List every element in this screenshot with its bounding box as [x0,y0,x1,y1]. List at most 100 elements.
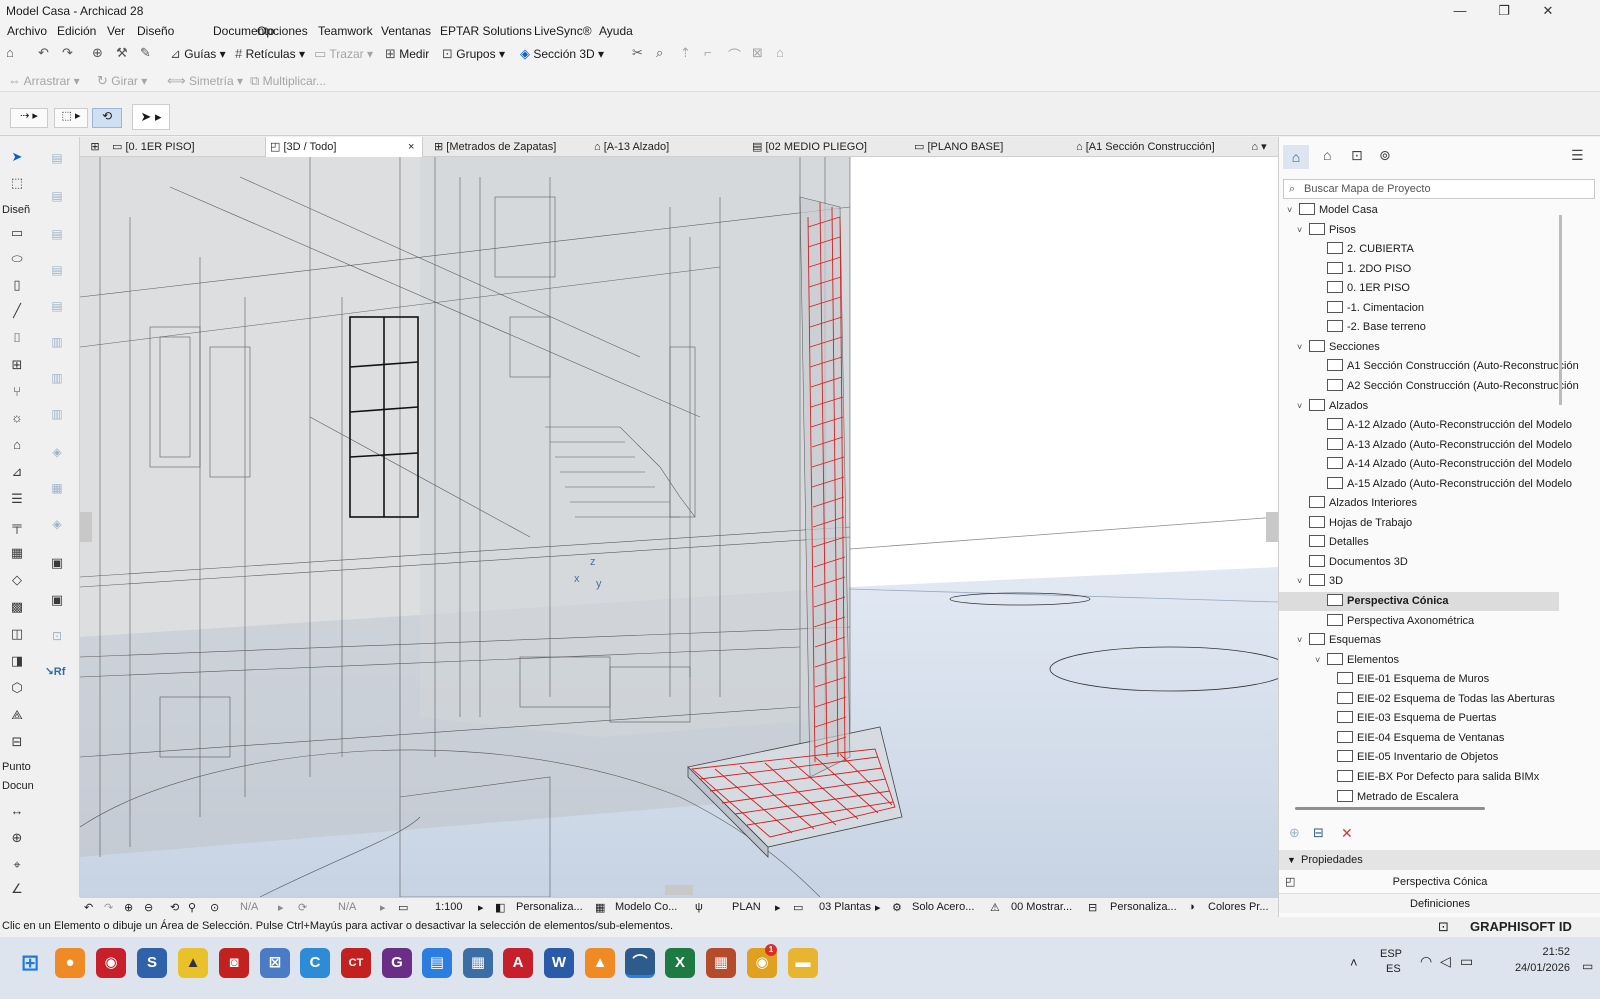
project-map-search[interactable]: ⌕ Buscar Mapa de Proyecto [1283,179,1595,199]
account-icon[interactable]: ⊡ [1438,919,1449,935]
zoom-previous-icon[interactable]: ↶ [84,901,93,914]
app-c-icon[interactable]: C [300,948,330,978]
menu-ver[interactable]: Ver [107,24,125,38]
start-menu-icon[interactable]: ⊞ [15,948,45,978]
tab-a13-alzado[interactable]: ⌂ [A-13 Alzado] [590,137,669,157]
selection-method-button[interactable]: ⇢ ▸ [10,108,48,128]
app-calc-icon[interactable]: ▦ [463,948,493,978]
publisher-icon[interactable]: ⊚ [1379,147,1391,164]
definitions-button[interactable]: Definiciones [1279,893,1600,913]
extra-tool-12-icon[interactable]: ▣ [46,555,68,573]
app-red-icon[interactable]: ◉ [96,948,126,978]
tray-chevron-icon[interactable]: ˄ [1350,955,1358,970]
layout-book-icon[interactable]: ⊡ [1351,147,1363,164]
door-tool-icon[interactable]: ⌷ [6,330,28,348]
app-warning-icon[interactable]: ▲ [178,948,208,978]
cut-icon[interactable]: ✂ [632,45,643,61]
file-explorer-icon[interactable]: ▬ [788,948,818,978]
tree-item[interactable]: 0. 1ER PISO [1279,279,1559,298]
battery-icon[interactable]: ▭ [1460,953,1473,970]
menu-teamwork[interactable]: Teamwork [318,24,373,38]
add-view-icon[interactable]: ⊕ [1289,825,1300,841]
tree-item[interactable]: Alzados Interiores [1279,494,1559,513]
roof-tool-icon[interactable]: ⌂ [6,437,28,455]
menu-ayuda[interactable]: Ayuda [599,24,633,38]
tree-item[interactable]: EIE-05 Inventario de Objetos [1279,748,1559,767]
view-map-icon[interactable]: ⌂ [1323,147,1331,163]
walk-icon[interactable]: ⚲ [188,901,196,914]
tree-item[interactable]: A-14 Alzado (Auto-Reconstrucción del Mod… [1279,455,1572,474]
tree-item[interactable]: EIE-04 Esquema de Ventanas [1279,729,1559,748]
horizontal-scrollbar[interactable] [1295,807,1485,810]
word-icon[interactable]: W [544,948,574,978]
tab-medio-pliego[interactable]: ▤ [02 MEDIO PLIEGO] [748,137,867,157]
snap-icon[interactable]: ⊕ [92,45,103,61]
archicad-icon[interactable]: ⌒ [625,948,655,978]
redo-icon[interactable]: ↷ [62,45,73,61]
app-pdf-icon[interactable]: G [382,948,412,978]
bottom-edge-handle[interactable] [665,885,693,895]
expand-arrow-icon[interactable]: ˅ [1297,397,1309,416]
graphic-override-combo[interactable]: 00 Mostrar... [1011,901,1072,913]
menu-eptar[interactable]: EPTAR Solutions [440,24,532,38]
arrow-pointer-button[interactable]: ➤ ▸ [132,104,170,130]
pen-arrow[interactable]: ▸ [775,901,781,914]
dimension-tool-icon[interactable]: ↔ [6,803,28,821]
tab-a1-seccion[interactable]: ⌂ [A1 Sección Construcción] [1072,137,1215,157]
beam-tool-icon[interactable]: ╱ [6,303,28,321]
expand-arrow-icon[interactable]: ˅ [1297,221,1309,240]
tree-item[interactable]: EIE-BX Por Defecto para salida BIMx [1279,768,1559,787]
roof-icon[interactable]: ⌂ [776,45,784,60]
sketchup-icon[interactable]: S [137,948,167,978]
delete-view-icon[interactable]: ✕ [1341,825,1353,842]
menu-livesync[interactable]: LiveSync® [534,24,592,38]
notification-icon[interactable]: ▭ [1582,959,1593,973]
skylight-tool-icon[interactable]: ▩ [6,599,28,617]
expand-arrow-icon[interactable]: ˅ [1315,651,1327,670]
vlc-icon[interactable]: ▲ [585,948,615,978]
rotated-marquee-button[interactable]: ⟲ [92,108,122,128]
autocad-icon[interactable]: A [503,948,533,978]
radial-dimension-icon[interactable]: ⌖ [6,857,28,875]
extra-tool-7-icon[interactable]: ▥ [46,371,68,389]
tree-item[interactable]: -2. Base terreno [1279,318,1559,337]
menu-ventanas[interactable]: Ventanas [381,24,431,38]
right-edge-handle[interactable] [1266,512,1278,542]
tree-item[interactable]: EIE-01 Esquema de Muros [1279,670,1559,689]
expand-arrow-icon[interactable]: ˅ [1297,631,1309,650]
extra-tool-3-icon[interactable]: ▤ [46,227,68,245]
window-tool-icon[interactable]: ⊞ [6,357,28,375]
settings-view-icon[interactable]: ⊟ [1313,825,1324,841]
marquee-tool-icon[interactable]: ⬚ [6,175,28,193]
tree-item[interactable]: 1. 2DO PISO [1279,260,1559,279]
tab-metrados-zapatas[interactable]: ⊞ [Metrados de Zapatas] [430,137,556,157]
corner-icon[interactable]: ⌐ [704,45,712,60]
3d-viewport[interactable]: x y z [80,157,1278,897]
tree-item[interactable]: Documentos 3D [1279,553,1559,572]
tree-item[interactable]: Metrado de Escalera [1279,788,1559,807]
wifi-icon[interactable]: ◠ [1420,953,1432,970]
close-window-button[interactable]: ✕ [1526,0,1570,22]
railing-tool-icon[interactable]: ╤ [6,518,28,536]
shell-tool-icon[interactable]: ◇ [6,572,28,590]
tree-item[interactable]: A-12 Alzado (Auto-Reconstrucción del Mod… [1279,416,1572,435]
stretch-tool-icon[interactable]: ⟁ [6,707,28,725]
multiply-button[interactable]: ⧉ Multiplicar... [250,73,326,89]
guides-button[interactable]: ⊿ Guías ▾ [170,46,226,62]
dimension-arrow[interactable]: ▸ [875,901,881,914]
tab-1er-piso[interactable]: ▭ [0. 1ER PISO] [108,137,195,157]
grids-button[interactable]: # Retículas ▾ [235,46,305,61]
partial-structure-combo[interactable]: Personaliza... [1110,901,1177,913]
keyboard-region[interactable]: ES [1386,963,1401,975]
tab-3d-todo[interactable]: ◰ [3D / Todo] × [265,137,423,157]
volume-icon[interactable]: ◁ [1440,953,1451,970]
tree-item[interactable]: 2. CUBIERTA [1279,240,1559,259]
scale-arrow[interactable]: ▸ [478,901,484,914]
zoom-out-icon[interactable]: ⊖ [144,901,153,914]
properties-header[interactable]: ▼ Propiedades [1279,850,1600,870]
tree-item[interactable]: Detalles [1279,533,1559,552]
tree-item[interactable]: Perspectiva Axonométrica [1279,612,1559,631]
eyedropper-icon[interactable]: ✎ [140,45,151,61]
minimize-button[interactable]: — [1438,0,1482,22]
menu-archivo[interactable]: Archivo [7,24,47,38]
